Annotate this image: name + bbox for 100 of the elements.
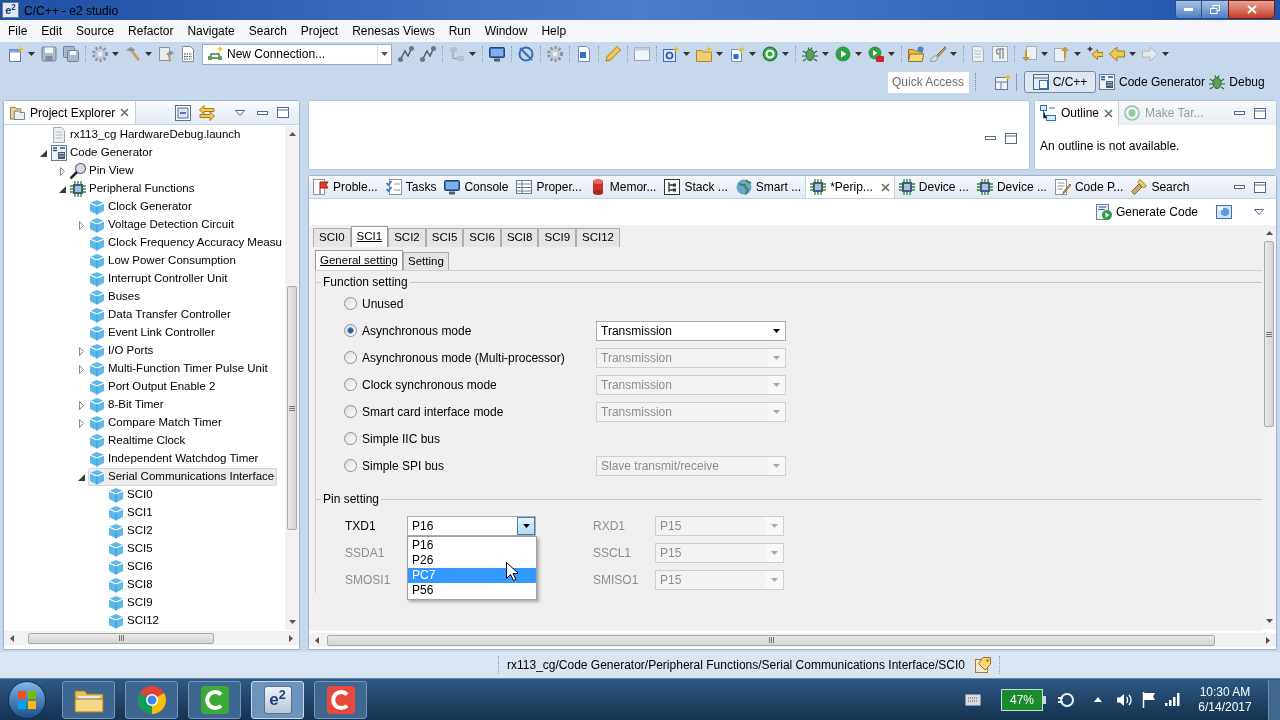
maximize-icon[interactable] (1254, 181, 1266, 193)
vertical-scrollbar[interactable] (1262, 225, 1276, 629)
dropdown[interactable]: P16 (407, 515, 536, 536)
battery-indicator[interactable]: 47% (1001, 688, 1043, 711)
new-file-icon[interactable] (8, 46, 24, 62)
caret-icon[interactable] (822, 52, 829, 56)
caret-icon[interactable] (1129, 52, 1136, 56)
tree-item[interactable]: SCI8 (107, 576, 156, 594)
view-tab[interactable]: Device ... (894, 176, 973, 198)
taskbar-button[interactable] (125, 680, 178, 719)
tab[interactable]: General setting (315, 250, 403, 270)
view-tab[interactable]: Proble... (309, 176, 382, 198)
caret-icon[interactable] (145, 52, 152, 56)
dropdown[interactable]: Transmission (596, 320, 786, 341)
plug-icon[interactable] (1058, 692, 1074, 707)
menu-item[interactable]: Edit (34, 22, 70, 40)
chip-document-icon[interactable] (1098, 74, 1115, 90)
view-tab[interactable]: Code P... (1050, 176, 1128, 198)
caret-icon[interactable] (749, 52, 756, 56)
horizontal-scrollbar[interactable] (309, 633, 1276, 647)
caret-icon[interactable] (1162, 52, 1169, 56)
tree-item[interactable]: Interrupt Controller Unit (88, 270, 231, 288)
caret-icon[interactable] (950, 52, 957, 56)
dropdown-option[interactable]: P16 (408, 537, 536, 553)
caret-down-icon[interactable] (522, 523, 530, 528)
menu-item[interactable]: Run (441, 22, 478, 40)
scrollbar-thumb[interactable] (1264, 241, 1274, 427)
tab[interactable]: Setting (403, 252, 449, 270)
menu-item[interactable]: Navigate (180, 22, 242, 40)
right-arrow-icon[interactable] (1266, 636, 1270, 644)
horizontal-scrollbar[interactable] (4, 631, 299, 645)
radio-label[interactable]: Asynchronous mode (362, 321, 472, 340)
tree-item[interactable]: 8-Bit Timer (88, 396, 167, 414)
view-tab[interactable]: *Perip... (805, 176, 895, 198)
view-tab[interactable]: Search (1127, 176, 1194, 198)
perspective-button[interactable]: C/C++ (1024, 71, 1096, 93)
class-icon[interactable] (663, 46, 679, 62)
tree-item[interactable]: Multi-Function Timer Pulse Unit (88, 360, 271, 378)
view-tab[interactable]: Memor... (585, 176, 661, 198)
tab[interactable]: SCI9 (538, 228, 577, 247)
tree-item[interactable]: Clock Frequency Accuracy Measu (88, 234, 285, 252)
minimize-icon[interactable] (257, 110, 268, 115)
view-tab[interactable]: Proper... (512, 176, 586, 198)
close-icon[interactable] (120, 108, 130, 117)
caret-icon[interactable] (855, 52, 862, 56)
up-arrow-icon[interactable] (1265, 231, 1273, 235)
radio-button[interactable] (344, 378, 357, 391)
tab[interactable]: SCI0 (313, 228, 351, 247)
binary-file-icon[interactable] (180, 46, 196, 62)
left-arrow-icon[interactable] (10, 634, 14, 642)
radio-button[interactable] (344, 432, 357, 445)
save-icon[interactable] (41, 46, 57, 62)
caret-icon[interactable] (683, 52, 690, 56)
scrollbar-thumb[interactable] (28, 632, 214, 644)
start-button[interactable] (8, 680, 46, 719)
caret-down-icon[interactable] (773, 328, 780, 333)
close-button[interactable] (1228, 0, 1275, 19)
triangle-icon[interactable] (59, 185, 66, 193)
radio-button[interactable] (344, 351, 357, 364)
radio-label[interactable]: Simple SPI bus (362, 456, 445, 475)
menu-item[interactable]: Refactor (121, 22, 181, 40)
monitor-icon[interactable] (489, 46, 505, 62)
tag-document-icon[interactable] (975, 657, 991, 673)
bug-icon[interactable] (802, 46, 818, 62)
dropdown-option[interactable]: P26 (408, 552, 536, 568)
triangle-icon[interactable] (78, 473, 85, 481)
signal-icon[interactable] (1165, 693, 1180, 706)
tab[interactable]: SCI1 (350, 226, 389, 247)
tree-item[interactable]: Low Power Consumption (88, 252, 239, 270)
up-arrow-icon[interactable] (288, 132, 296, 136)
tree-item[interactable]: Pin View (69, 162, 137, 180)
document-hammer-icon[interactable] (158, 46, 174, 62)
picture-icon[interactable] (1216, 204, 1232, 220)
view-menu-icon[interactable] (1254, 209, 1264, 215)
minimize-icon[interactable] (1234, 185, 1245, 189)
menu-item[interactable]: Source (69, 22, 122, 40)
view-tab[interactable]: Tasks (381, 176, 441, 198)
chevron-up-icon[interactable] (1094, 697, 1102, 702)
tree-item[interactable]: Clock Generator (88, 198, 195, 216)
tree-item[interactable]: SCI5 (107, 540, 156, 558)
tree-item[interactable]: Independent Watchdog Timer (88, 450, 262, 468)
tree-item[interactable]: SCI2 (107, 522, 156, 540)
taskbar-button[interactable] (188, 680, 241, 719)
menu-item[interactable]: Window (477, 22, 535, 40)
maximize-icon[interactable] (1005, 132, 1017, 144)
close-icon[interactable] (1104, 108, 1114, 118)
ring-icon[interactable] (762, 46, 778, 62)
triangle-icon[interactable] (40, 149, 47, 157)
maximize-icon[interactable] (277, 107, 289, 118)
tree-item[interactable]: SCI6 (107, 558, 156, 576)
maximize-icon[interactable] (1254, 107, 1266, 119)
network-plus-icon[interactable] (207, 46, 223, 62)
left-arrow-icon[interactable] (315, 636, 319, 644)
dropdown-list[interactable]: P16 P26 PC7 P56 (407, 535, 537, 600)
speaker-icon[interactable] (1116, 692, 1132, 707)
taskbar-button[interactable] (314, 680, 367, 719)
caret-icon[interactable] (469, 52, 476, 56)
tree-item[interactable]: Event Link Controller (88, 324, 218, 342)
restore-button[interactable] (1202, 0, 1228, 19)
tab[interactable]: SCI8 (500, 228, 539, 247)
